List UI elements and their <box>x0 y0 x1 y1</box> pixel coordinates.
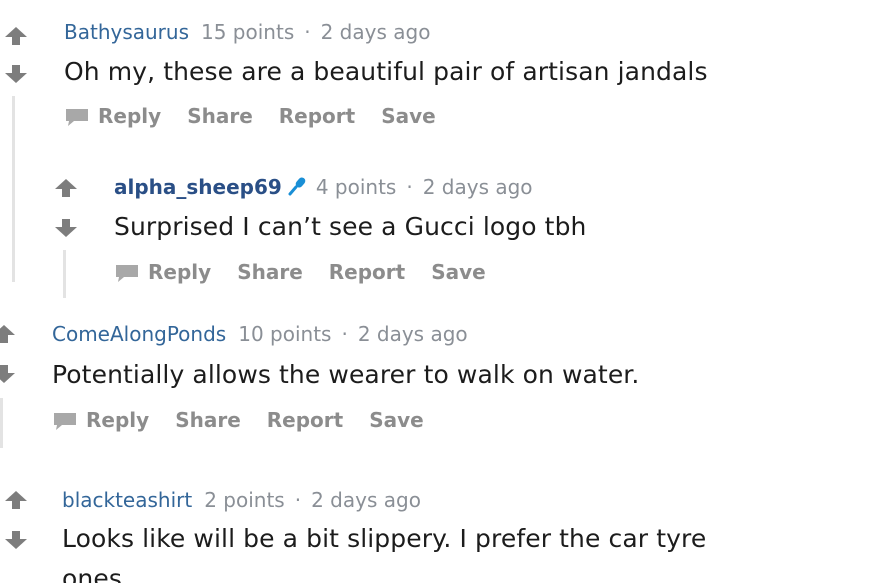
comment-author[interactable]: alpha_sheep69 <box>114 175 282 199</box>
reply-label: Reply <box>148 260 212 284</box>
downvote-button[interactable] <box>4 530 28 550</box>
upvote-button[interactable] <box>4 490 28 510</box>
save-button[interactable]: Save <box>369 408 424 432</box>
comment-points: 15 points <box>201 20 295 44</box>
comment-body: Potentially allows the wearer to walk on… <box>52 360 640 389</box>
comment-points: 2 points <box>204 488 285 512</box>
upvote-button[interactable] <box>0 324 16 344</box>
comment-body: Oh my, these are a beautiful pair of art… <box>64 57 708 86</box>
comment-time[interactable]: 2 days ago <box>423 175 533 199</box>
meta-separator: · <box>406 175 413 199</box>
downvote-button[interactable] <box>4 64 28 84</box>
down-arrow-icon <box>55 219 77 237</box>
share-button[interactable]: Share <box>187 104 253 128</box>
microphone-icon <box>288 177 306 196</box>
downvote-button[interactable] <box>0 364 16 384</box>
comment-body: Surprised I can’t see a Gucci logo tbh <box>114 212 587 241</box>
comment-author[interactable]: Bathysaurus <box>64 20 189 44</box>
down-arrow-icon <box>5 65 27 83</box>
share-button[interactable]: Share <box>237 260 303 284</box>
comment-actions: Reply Share Report Save <box>114 260 512 284</box>
comment-meta: alpha_sheep69 4 points · 2 days ago <box>114 175 533 199</box>
comment-meta: Bathysaurus 15 points · 2 days ago <box>64 20 430 44</box>
comment-bathysaurus: Bathysaurus 15 points · 2 days ago Oh my, t… <box>0 0 875 150</box>
report-button[interactable]: Report <box>279 104 355 128</box>
comment-meta: ComeAlongPonds 10 points · 2 days ago <box>52 322 468 346</box>
down-arrow-icon <box>5 531 27 549</box>
meta-separator: · <box>341 322 348 346</box>
downvote-button[interactable] <box>54 218 78 238</box>
thread-line[interactable] <box>63 250 66 298</box>
comment-time[interactable]: 2 days ago <box>321 20 431 44</box>
reply-button[interactable]: Reply <box>52 408 149 432</box>
comment-points: 10 points <box>238 322 332 346</box>
reply-button[interactable]: Reply <box>64 104 161 128</box>
comment-author[interactable]: ComeAlongPonds <box>52 322 226 346</box>
comment-alpha-sheep69: alpha_sheep69 4 points · 2 days ago Surpris… <box>0 160 875 300</box>
comment-points: 4 points <box>315 175 397 199</box>
comment-comealongponds: ComeAlongPonds 10 points · 2 days ago Poten… <box>0 310 875 450</box>
comment-author[interactable]: blackteashirt <box>62 488 192 512</box>
comment-time[interactable]: 2 days ago <box>358 322 468 346</box>
reply-label: Reply <box>86 408 150 432</box>
up-arrow-icon <box>55 179 77 197</box>
speech-bubble-icon <box>54 413 76 430</box>
upvote-button[interactable] <box>4 26 28 46</box>
comment-blackteashirt: blackteashirt 2 points · 2 days ago Looks l… <box>0 476 875 583</box>
comment-body-continuation: ones <box>62 564 122 583</box>
report-button[interactable]: Report <box>329 260 405 284</box>
up-arrow-icon <box>0 325 15 343</box>
meta-separator: · <box>304 20 311 44</box>
meta-separator: · <box>294 488 302 512</box>
upvote-button[interactable] <box>54 178 78 198</box>
down-arrow-icon <box>0 365 15 383</box>
comment-time[interactable]: 2 days ago <box>311 488 421 512</box>
reply-label: Reply <box>98 104 162 128</box>
save-button[interactable]: Save <box>431 260 486 284</box>
up-arrow-icon <box>5 27 27 45</box>
comment-thread: Bathysaurus 15 points · 2 days ago Oh my, t… <box>0 0 875 583</box>
speech-bubble-icon <box>66 109 88 126</box>
report-button[interactable]: Report <box>267 408 343 432</box>
reply-button[interactable]: Reply <box>114 260 211 284</box>
comment-actions: Reply Share Report Save <box>52 408 450 432</box>
comment-body: Looks like will be a bit slippery. I pre… <box>62 524 707 553</box>
thread-line[interactable] <box>0 398 3 448</box>
up-arrow-icon <box>5 491 27 509</box>
speech-bubble-icon <box>116 265 138 282</box>
comment-actions: Reply Share Report Save <box>64 104 462 128</box>
comment-meta: blackteashirt 2 points · 2 days ago <box>62 488 421 512</box>
save-button[interactable]: Save <box>381 104 436 128</box>
share-button[interactable]: Share <box>175 408 241 432</box>
